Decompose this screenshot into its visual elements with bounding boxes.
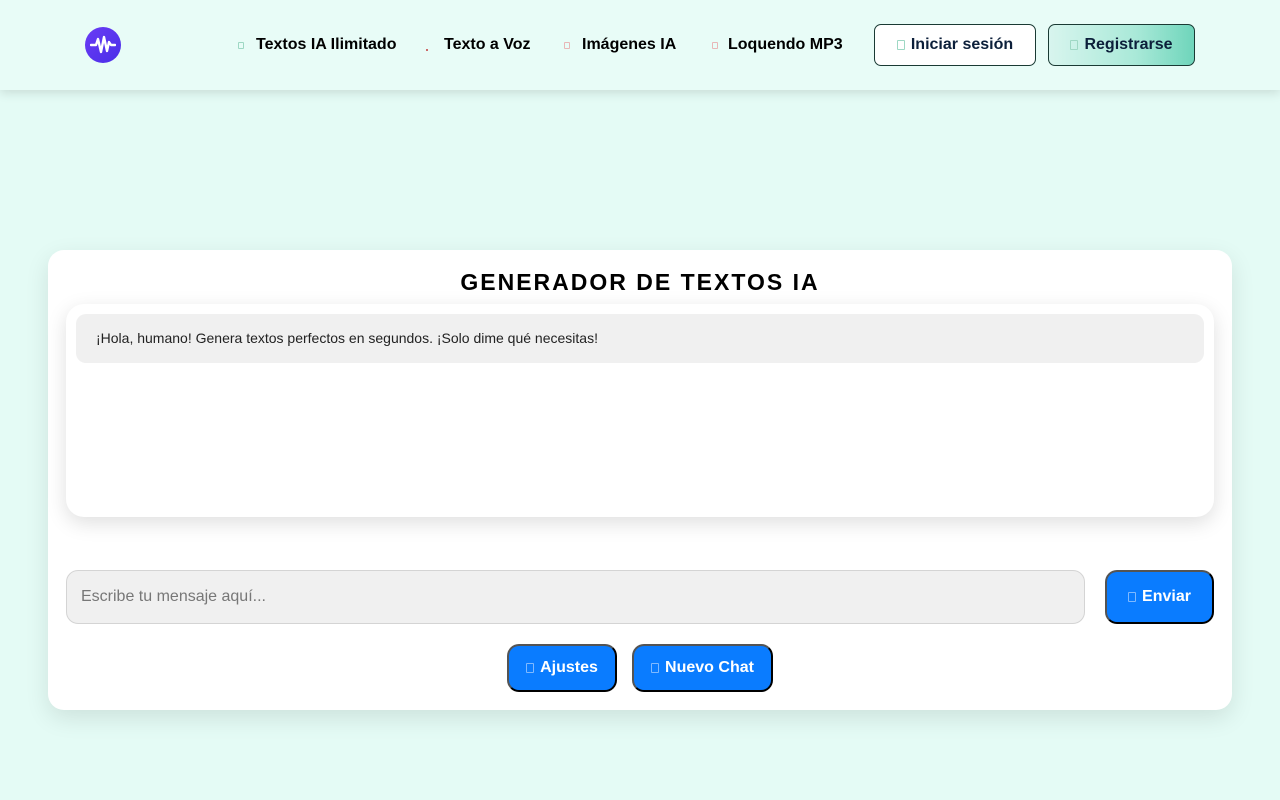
new-chat-button[interactable]: Nuevo Chat: [632, 644, 773, 692]
bot-message: ¡Hola, humano! Genera textos perfectos e…: [76, 314, 1204, 363]
sound-wave-icon: [90, 35, 116, 54]
send-icon: [1128, 592, 1137, 602]
text-icon: [238, 41, 244, 49]
gear-icon: [526, 663, 535, 673]
chat-window[interactable]: ¡Hola, humano! Genera textos perfectos e…: [66, 304, 1214, 517]
nav-link-label: Imágenes IA: [582, 36, 677, 53]
send-button[interactable]: Enviar: [1105, 570, 1214, 624]
settings-button-label: Ajustes: [540, 659, 598, 676]
nav-link-label: Textos IA Ilimitado: [256, 36, 397, 53]
nav-link-loquendo-mp3[interactable]: Loquendo MP3: [712, 35, 843, 55]
nav-link-label: Texto a Voz: [444, 36, 531, 53]
nav-link-imagenes-ia[interactable]: Imágenes IA: [564, 35, 676, 55]
nav-link-label: Loquendo MP3: [728, 36, 843, 53]
plus-icon: [651, 663, 660, 673]
user-plus-icon: [1070, 40, 1079, 50]
voice-icon: [426, 49, 428, 51]
send-button-label: Enviar: [1142, 588, 1191, 605]
register-button[interactable]: Registrarse: [1048, 24, 1195, 66]
message-input[interactable]: [66, 570, 1085, 624]
login-button[interactable]: Iniciar sesión: [874, 24, 1036, 66]
site-logo[interactable]: [85, 27, 121, 63]
text-generator-card: GENERADOR DE TEXTOS IA ¡Hola, humano! Ge…: [48, 250, 1232, 710]
new-chat-button-label: Nuevo Chat: [665, 659, 754, 676]
music-icon: [712, 41, 718, 49]
nav-link-texto-a-voz[interactable]: Texto a Voz: [426, 35, 531, 55]
settings-button[interactable]: Ajustes: [507, 644, 617, 692]
login-icon: [896, 40, 905, 50]
nav-link-textos-ia[interactable]: Textos IA Ilimitado: [238, 35, 396, 55]
login-button-label: Iniciar sesión: [910, 36, 1014, 53]
image-icon: [564, 41, 570, 49]
top-navbar: Textos IA Ilimitado Texto a Voz Imágenes…: [0, 0, 1280, 90]
page-title: GENERADOR DE TEXTOS IA: [460, 269, 820, 295]
register-button-label: Registrarse: [1084, 36, 1173, 53]
